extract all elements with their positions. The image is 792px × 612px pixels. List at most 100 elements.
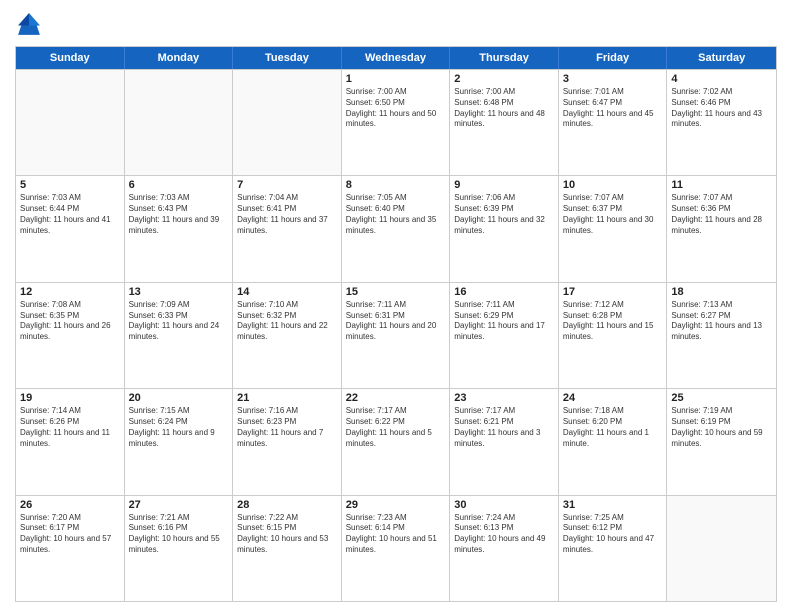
calendar-body: 1Sunrise: 7:00 AM Sunset: 6:50 PM Daylig… — [16, 69, 776, 601]
day-number: 30 — [454, 499, 554, 511]
day-info: Sunrise: 7:02 AM Sunset: 6:46 PM Dayligh… — [671, 87, 772, 130]
day-cell-11: 11 Sunrise: 7:07 AM Sunset: 6:36 PM Dayli… — [667, 176, 776, 281]
calendar-row-3: 19 Sunrise: 7:14 AM Sunset: 6:26 PM Dayli… — [16, 388, 776, 494]
day-cell-18: 18 Sunrise: 7:13 AM Sunset: 6:27 PM Dayli… — [667, 283, 776, 388]
day-info: Sunrise: 7:10 AM Sunset: 6:32 PM Dayligh… — [237, 300, 337, 343]
weekday-header-saturday: Saturday — [667, 47, 776, 69]
logo — [15, 10, 47, 38]
day-cell-31: 31 Sunrise: 7:25 AM Sunset: 6:12 PM Dayli… — [559, 496, 668, 601]
day-number: 27 — [129, 499, 229, 511]
day-cell-26: 26 Sunrise: 7:20 AM Sunset: 6:17 PM Dayli… — [16, 496, 125, 601]
weekday-header-tuesday: Tuesday — [233, 47, 342, 69]
day-info: Sunrise: 7:11 AM Sunset: 6:29 PM Dayligh… — [454, 300, 554, 343]
day-number: 14 — [237, 286, 337, 298]
day-number: 25 — [671, 392, 772, 404]
day-cell-14: 14 Sunrise: 7:10 AM Sunset: 6:32 PM Dayli… — [233, 283, 342, 388]
day-number: 21 — [237, 392, 337, 404]
day-info: Sunrise: 7:06 AM Sunset: 6:39 PM Dayligh… — [454, 193, 554, 236]
day-cell-10: 10 Sunrise: 7:07 AM Sunset: 6:37 PM Dayli… — [559, 176, 668, 281]
day-info: Sunrise: 7:11 AM Sunset: 6:31 PM Dayligh… — [346, 300, 446, 343]
day-number: 6 — [129, 179, 229, 191]
day-cell-5: 5Sunrise: 7:03 AM Sunset: 6:44 PM Daylig… — [16, 176, 125, 281]
calendar-row-2: 12 Sunrise: 7:08 AM Sunset: 6:35 PM Dayli… — [16, 282, 776, 388]
day-number: 16 — [454, 286, 554, 298]
day-info: Sunrise: 7:17 AM Sunset: 6:22 PM Dayligh… — [346, 406, 446, 449]
calendar-row-0: 1Sunrise: 7:00 AM Sunset: 6:50 PM Daylig… — [16, 69, 776, 175]
day-cell-27: 27 Sunrise: 7:21 AM Sunset: 6:16 PM Dayli… — [125, 496, 234, 601]
day-number: 31 — [563, 499, 663, 511]
weekday-header-thursday: Thursday — [450, 47, 559, 69]
day-info: Sunrise: 7:01 AM Sunset: 6:47 PM Dayligh… — [563, 87, 663, 130]
day-cell-30: 30 Sunrise: 7:24 AM Sunset: 6:13 PM Dayli… — [450, 496, 559, 601]
day-info: Sunrise: 7:14 AM Sunset: 6:26 PM Dayligh… — [20, 406, 120, 449]
day-number: 23 — [454, 392, 554, 404]
day-cell-17: 17 Sunrise: 7:12 AM Sunset: 6:28 PM Dayli… — [559, 283, 668, 388]
page: SundayMondayTuesdayWednesdayThursdayFrid… — [0, 0, 792, 612]
empty-cell — [233, 70, 342, 175]
day-info: Sunrise: 7:05 AM Sunset: 6:40 PM Dayligh… — [346, 193, 446, 236]
day-info: Sunrise: 7:07 AM Sunset: 6:37 PM Dayligh… — [563, 193, 663, 236]
weekday-header-sunday: Sunday — [16, 47, 125, 69]
day-info: Sunrise: 7:20 AM Sunset: 6:17 PM Dayligh… — [20, 513, 120, 556]
day-number: 19 — [20, 392, 120, 404]
day-info: Sunrise: 7:25 AM Sunset: 6:12 PM Dayligh… — [563, 513, 663, 556]
day-number: 11 — [671, 179, 772, 191]
day-cell-2: 2 Sunrise: 7:00 AM Sunset: 6:48 PM Daylig… — [450, 70, 559, 175]
day-number: 29 — [346, 499, 446, 511]
day-number: 4 — [671, 73, 772, 85]
day-number: 26 — [20, 499, 120, 511]
day-number: 7 — [237, 179, 337, 191]
weekday-header-friday: Friday — [559, 47, 668, 69]
calendar-row-1: 5Sunrise: 7:03 AM Sunset: 6:44 PM Daylig… — [16, 175, 776, 281]
day-cell-29: 29Sunrise: 7:23 AM Sunset: 6:14 PM Dayli… — [342, 496, 451, 601]
day-number: 18 — [671, 286, 772, 298]
day-number: 3 — [563, 73, 663, 85]
day-number: 10 — [563, 179, 663, 191]
day-number: 5 — [20, 179, 120, 191]
day-info: Sunrise: 7:18 AM Sunset: 6:20 PM Dayligh… — [563, 406, 663, 449]
day-number: 22 — [346, 392, 446, 404]
day-cell-6: 6 Sunrise: 7:03 AM Sunset: 6:43 PM Daylig… — [125, 176, 234, 281]
day-info: Sunrise: 7:22 AM Sunset: 6:15 PM Dayligh… — [237, 513, 337, 556]
day-number: 20 — [129, 392, 229, 404]
day-cell-15: 15Sunrise: 7:11 AM Sunset: 6:31 PM Dayli… — [342, 283, 451, 388]
day-cell-24: 24Sunrise: 7:18 AM Sunset: 6:20 PM Dayli… — [559, 389, 668, 494]
day-cell-20: 20Sunrise: 7:15 AM Sunset: 6:24 PM Dayli… — [125, 389, 234, 494]
day-number: 12 — [20, 286, 120, 298]
day-info: Sunrise: 7:13 AM Sunset: 6:27 PM Dayligh… — [671, 300, 772, 343]
day-info: Sunrise: 7:03 AM Sunset: 6:43 PM Dayligh… — [129, 193, 229, 236]
day-number: 2 — [454, 73, 554, 85]
day-info: Sunrise: 7:12 AM Sunset: 6:28 PM Dayligh… — [563, 300, 663, 343]
empty-cell — [16, 70, 125, 175]
day-number: 8 — [346, 179, 446, 191]
day-info: Sunrise: 7:24 AM Sunset: 6:13 PM Dayligh… — [454, 513, 554, 556]
day-cell-28: 28 Sunrise: 7:22 AM Sunset: 6:15 PM Dayli… — [233, 496, 342, 601]
day-info: Sunrise: 7:00 AM Sunset: 6:50 PM Dayligh… — [346, 87, 446, 130]
day-cell-22: 22 Sunrise: 7:17 AM Sunset: 6:22 PM Dayli… — [342, 389, 451, 494]
empty-cell — [667, 496, 776, 601]
day-number: 17 — [563, 286, 663, 298]
day-info: Sunrise: 7:07 AM Sunset: 6:36 PM Dayligh… — [671, 193, 772, 236]
day-number: 28 — [237, 499, 337, 511]
day-info: Sunrise: 7:21 AM Sunset: 6:16 PM Dayligh… — [129, 513, 229, 556]
day-cell-19: 19 Sunrise: 7:14 AM Sunset: 6:26 PM Dayli… — [16, 389, 125, 494]
day-cell-7: 7 Sunrise: 7:04 AM Sunset: 6:41 PM Daylig… — [233, 176, 342, 281]
weekday-header-wednesday: Wednesday — [342, 47, 451, 69]
day-cell-13: 13Sunrise: 7:09 AM Sunset: 6:33 PM Dayli… — [125, 283, 234, 388]
calendar-row-4: 26 Sunrise: 7:20 AM Sunset: 6:17 PM Dayli… — [16, 495, 776, 601]
day-info: Sunrise: 7:00 AM Sunset: 6:48 PM Dayligh… — [454, 87, 554, 130]
calendar-header: SundayMondayTuesdayWednesdayThursdayFrid… — [16, 47, 776, 69]
day-cell-3: 3 Sunrise: 7:01 AM Sunset: 6:47 PM Daylig… — [559, 70, 668, 175]
day-info: Sunrise: 7:09 AM Sunset: 6:33 PM Dayligh… — [129, 300, 229, 343]
day-cell-4: 4 Sunrise: 7:02 AM Sunset: 6:46 PM Daylig… — [667, 70, 776, 175]
day-info: Sunrise: 7:19 AM Sunset: 6:19 PM Dayligh… — [671, 406, 772, 449]
day-cell-25: 25 Sunrise: 7:19 AM Sunset: 6:19 PM Dayli… — [667, 389, 776, 494]
logo-icon — [15, 10, 43, 38]
day-info: Sunrise: 7:04 AM Sunset: 6:41 PM Dayligh… — [237, 193, 337, 236]
day-info: Sunrise: 7:08 AM Sunset: 6:35 PM Dayligh… — [20, 300, 120, 343]
header — [15, 10, 777, 38]
day-cell-1: 1Sunrise: 7:00 AM Sunset: 6:50 PM Daylig… — [342, 70, 451, 175]
day-info: Sunrise: 7:17 AM Sunset: 6:21 PM Dayligh… — [454, 406, 554, 449]
day-cell-21: 21Sunrise: 7:16 AM Sunset: 6:23 PM Dayli… — [233, 389, 342, 494]
day-cell-12: 12 Sunrise: 7:08 AM Sunset: 6:35 PM Dayli… — [16, 283, 125, 388]
